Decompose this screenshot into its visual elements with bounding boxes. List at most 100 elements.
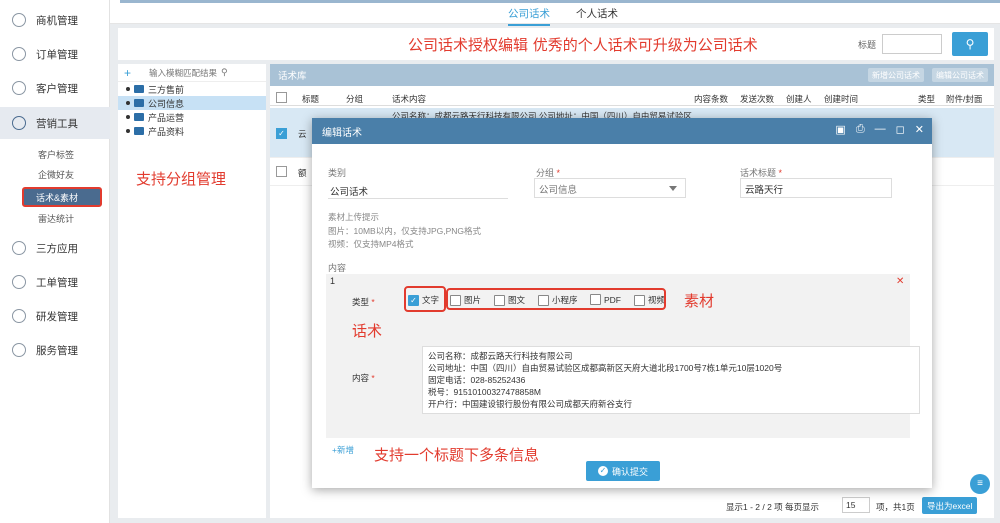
col-sent: 发送次数 xyxy=(740,94,775,104)
sidebar-sub-radar-stats[interactable]: 雷达统计 xyxy=(0,208,110,228)
export-excel-button[interactable]: 导出为excel xyxy=(922,497,978,514)
maximize-icon[interactable]: ◻ xyxy=(896,123,905,136)
tree-filter-input[interactable]: 输入模糊匹配结果 xyxy=(149,67,217,79)
edit-company-speech-button[interactable]: 编辑公司话术 xyxy=(932,68,988,82)
highlight-text-type xyxy=(404,286,446,312)
service-icon xyxy=(12,343,26,357)
col-attachment: 附件/封面 xyxy=(946,94,983,104)
group-tree: + 输入模糊匹配结果 ⚲ 三方售前 公司信息 产品运营 产品资料 xyxy=(118,64,266,518)
order-icon xyxy=(12,47,26,61)
modal-title: 编辑话术 xyxy=(322,127,362,139)
col-creator: 创建人 xyxy=(786,94,812,104)
col-title[interactable]: 标题 xyxy=(302,93,319,105)
ticket-icon xyxy=(12,275,26,289)
add-item-link[interactable]: +新增 xyxy=(332,444,354,456)
remove-item-icon[interactable]: ✕ xyxy=(896,276,904,287)
folder-icon xyxy=(134,99,144,107)
float-menu-icon[interactable]: ≡ xyxy=(970,474,990,494)
item-index: 1 xyxy=(330,276,336,286)
new-company-speech-button[interactable]: 新增公司话术 xyxy=(868,68,924,82)
tab-company-speech[interactable]: 公司话术 xyxy=(508,6,550,26)
edit-speech-modal: 编辑话术 ▣ ⎙ — ◻ ✕ 类别 公司话术 分组 * 公司信息 话术标题 * … xyxy=(312,118,932,488)
divider xyxy=(328,198,508,199)
category-label: 类别 xyxy=(328,168,347,178)
bullet-icon xyxy=(126,101,130,105)
marketing-icon xyxy=(12,116,26,130)
annotation-material: 素材 xyxy=(684,292,715,310)
minimize-icon[interactable]: — xyxy=(875,123,886,136)
sidebar-item-customer[interactable]: 客户管理 xyxy=(0,72,110,104)
search-icon: ⚲ xyxy=(221,67,228,77)
top-tab-bar: 公司话术 个人话术 xyxy=(110,0,1000,26)
tree-node[interactable]: 公司信息 xyxy=(118,96,266,110)
sidebar-item-order[interactable]: 订单管理 xyxy=(0,38,110,70)
search-input[interactable] xyxy=(882,34,942,54)
type-label: 类型 * xyxy=(352,297,375,307)
top-accent-strip xyxy=(120,0,1000,3)
sidebar-item-marketing[interactable]: 营销工具 xyxy=(0,107,110,139)
upload-hint-title: 素材上传提示 xyxy=(328,212,380,222)
title-input[interactable]: 云路天行 xyxy=(740,178,892,198)
tree-node[interactable]: 产品资料 xyxy=(118,124,266,138)
folder-icon xyxy=(134,113,144,121)
sidebar-item-ticket[interactable]: 工单管理 xyxy=(0,266,110,298)
modal-tools: ▣ ⎙ — ◻ ✕ xyxy=(835,123,924,136)
col-created-time: 创建时间 xyxy=(824,94,859,104)
annotation-group: 支持分组管理 xyxy=(136,170,227,188)
search-button[interactable]: ⚲ xyxy=(952,32,988,56)
col-content: 话术内容 xyxy=(392,94,427,104)
content-section-label: 内容 xyxy=(328,263,347,273)
pagination: 显示1 - 2 / 2 项 每页显示 15 项，共1页 导出为excel xyxy=(270,494,994,518)
sidebar-item-opportunity[interactable]: 商机管理 xyxy=(0,4,110,36)
group-select[interactable]: 公司信息 xyxy=(534,178,686,198)
tree-node[interactable]: 三方售前 xyxy=(118,82,266,96)
sidebar-sub-wecom-friends[interactable]: 企微好友 xyxy=(0,164,110,184)
sidebar: 商机管理 订单管理 客户管理 营销工具 客户标签 企微好友 话术&素材 雷达统计… xyxy=(0,0,110,523)
folder-icon xyxy=(134,85,144,93)
add-group-icon[interactable]: + xyxy=(124,66,131,80)
select-all-checkbox[interactable] xyxy=(276,92,287,103)
sidebar-item-apps[interactable]: 三方应用 xyxy=(0,232,110,264)
customer-icon xyxy=(12,81,26,95)
sidebar-item-service[interactable]: 服务管理 xyxy=(0,334,110,366)
col-type: 类型 xyxy=(918,94,936,104)
tab-personal-speech[interactable]: 个人话术 xyxy=(576,6,618,21)
opportunity-icon xyxy=(12,13,26,27)
panel-header: 话术库 新增公司话术 编辑公司话术 xyxy=(270,64,994,86)
col-count: 内容条数 xyxy=(694,94,729,104)
close-icon[interactable]: ✕ xyxy=(915,123,924,136)
annotation-top: 公司话术授权编辑 优秀的个人话术可升级为公司话术 xyxy=(408,36,758,54)
upload-hint-image: 图片：10MB以内，仅支持JPG,PNG格式 xyxy=(328,226,482,236)
row-checkbox[interactable]: ✓ xyxy=(276,128,287,139)
tree-node[interactable]: 产品运营 xyxy=(118,110,266,124)
submit-button[interactable]: ✓ 确认提交 xyxy=(586,461,660,481)
print-icon[interactable]: ⎙ xyxy=(856,123,865,136)
content-textarea[interactable]: 公司名称：成都云路天行科技有限公司 公司地址：中国（四川）自由贸易试验区成都高新… xyxy=(422,346,920,414)
content-item-box: 1 ✕ 类型 * ✓ 文字 图片 图文 小程序 PDF 视频 内容 * 公司名称：… xyxy=(326,274,920,438)
col-group: 分组 xyxy=(346,94,364,104)
sidebar-sub-speech-material[interactable]: 话术&素材 xyxy=(22,187,102,207)
content-label: 内容 * xyxy=(352,373,375,383)
bullet-icon xyxy=(126,129,130,133)
modal-header: 编辑话术 ▣ ⎙ — ◻ ✕ xyxy=(312,118,932,144)
search-icon: ⚲ xyxy=(965,37,975,51)
category-value: 公司话术 xyxy=(330,187,369,198)
sidebar-item-dev[interactable]: 研发管理 xyxy=(0,300,110,332)
dev-icon xyxy=(12,309,26,323)
bullet-icon xyxy=(126,87,130,91)
page-size-select[interactable]: 15 xyxy=(842,497,870,513)
screen-icon[interactable]: ▣ xyxy=(835,123,845,136)
check-circle-icon: ✓ xyxy=(597,466,608,476)
apps-icon xyxy=(12,241,26,255)
search-label: 标题 xyxy=(858,40,877,50)
annotation-speech: 话术 xyxy=(352,322,383,340)
annotation-multi: 支持一个标题下多条信息 xyxy=(374,446,540,464)
upload-hint-video: 视频：仅支持MP4格式 xyxy=(328,239,414,249)
folder-icon xyxy=(134,127,144,135)
table-header: 标题 分组 话术内容 内容条数 发送次数 创建人 创建时间 类型 附件/封面 xyxy=(270,90,994,106)
sidebar-sub-customer-tag[interactable]: 客户标签 xyxy=(0,144,110,164)
bullet-icon xyxy=(126,115,130,119)
panel-title: 话术库 xyxy=(278,71,307,82)
row-checkbox[interactable] xyxy=(276,166,287,177)
highlight-material-types xyxy=(446,288,666,310)
